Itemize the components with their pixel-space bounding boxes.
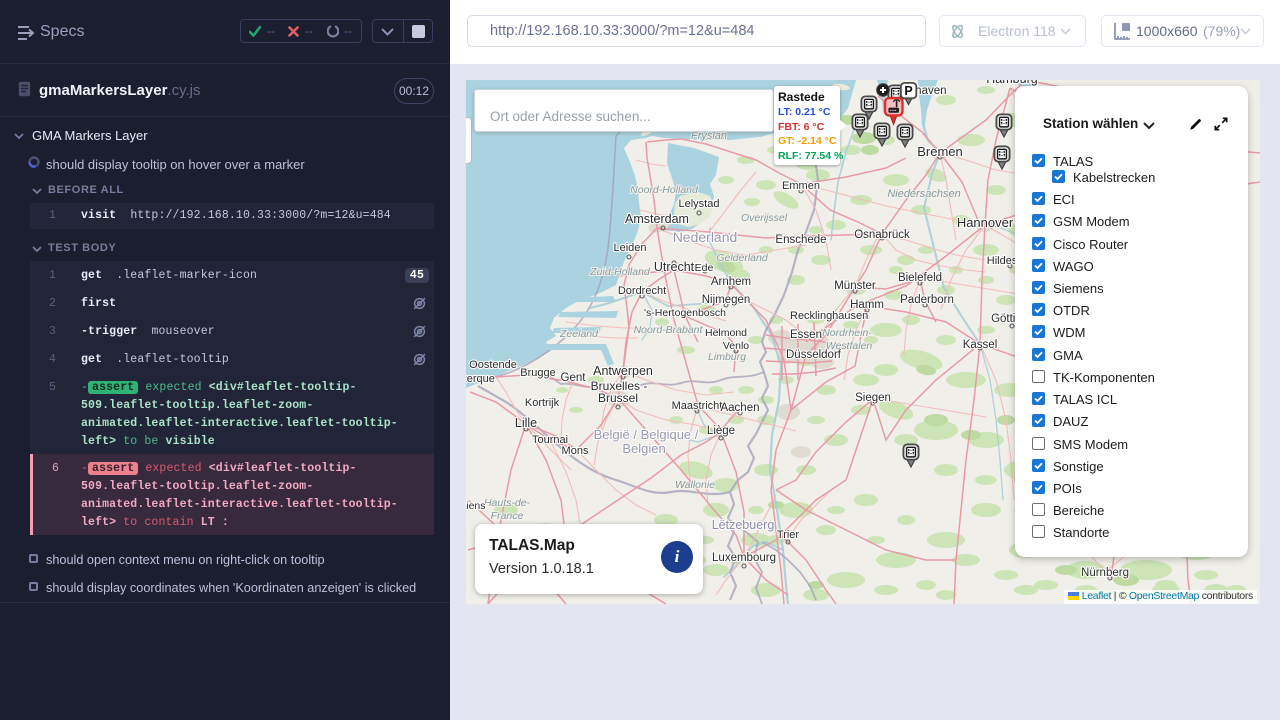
svg-text:P: P: [904, 84, 912, 98]
